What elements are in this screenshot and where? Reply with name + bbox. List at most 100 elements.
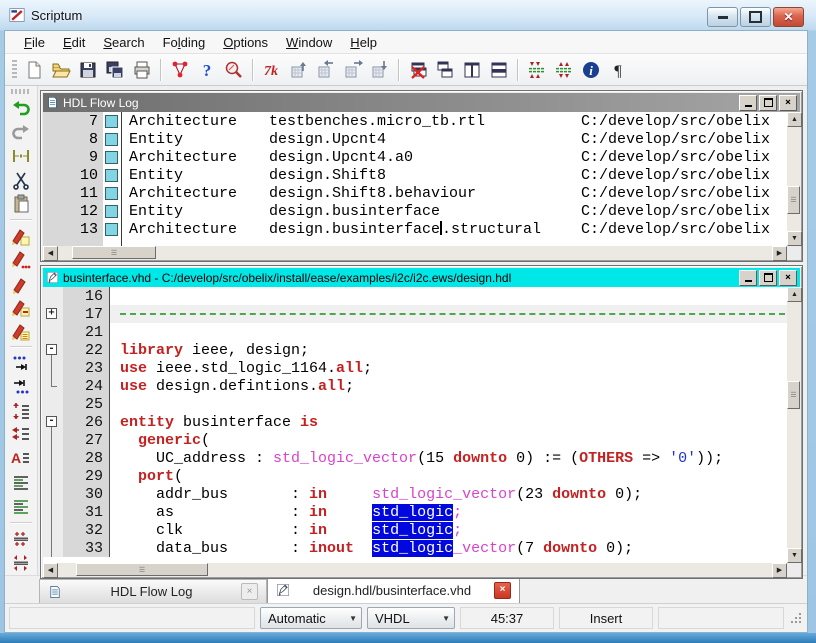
editor-title-bar[interactable]: businterface.vhd - C:/develop/src/obelix… (43, 268, 800, 287)
menu-help[interactable]: Help (341, 33, 386, 52)
highlight-pen-button[interactable] (8, 272, 34, 296)
snap-apart-button[interactable] (551, 57, 577, 82)
code-line-17[interactable]: +17 (43, 305, 787, 323)
row-checkbox[interactable] (105, 169, 118, 182)
fold-margin[interactable] (43, 521, 63, 539)
code-text[interactable]: UC_address : std_logic_vector(15 downto … (110, 449, 787, 467)
scroll-thumb[interactable]: ☰ (787, 381, 800, 409)
flow-log-minimize-button[interactable] (739, 95, 757, 111)
scroll-down-arrow[interactable]: ▼ (787, 231, 802, 246)
code-text[interactable] (110, 287, 787, 305)
uncomment-button[interactable] (8, 495, 34, 519)
code-line-16[interactable]: 16 (43, 287, 787, 305)
scroll-thumb[interactable]: ☰ (72, 246, 156, 259)
fold-margin[interactable] (43, 467, 63, 485)
menu-options[interactable]: Options (214, 33, 277, 52)
join-lines-button[interactable] (8, 144, 34, 168)
save-all-button[interactable] (102, 57, 128, 82)
scroll-left-arrow[interactable]: ◀ (43, 246, 58, 261)
row-checkbox[interactable] (105, 151, 118, 164)
flow-log-row[interactable]: 8Entitydesign.Upcnt4C:/develop/src/obeli… (43, 130, 787, 148)
code-editor[interactable]: 16+1721-22library ieee, design;23use iee… (43, 287, 787, 563)
restore-button[interactable] (740, 7, 771, 27)
code-text[interactable]: generic( (110, 431, 787, 449)
scroll-up-arrow[interactable]: ▲ (787, 112, 802, 127)
help-button[interactable]: ? (194, 57, 220, 82)
open-file-button[interactable] (48, 57, 74, 82)
row-checkbox[interactable] (105, 115, 118, 128)
flow-log-row[interactable]: 12Entitydesign.businterfaceC:/develop/sr… (43, 202, 787, 220)
code-text[interactable] (110, 305, 787, 323)
fold-margin[interactable] (43, 395, 63, 413)
scroll-right-arrow[interactable]: ▶ (772, 246, 787, 261)
flow-log-row[interactable]: 9Architecturedesign.Upcnt4.a0C:/develop/… (43, 148, 787, 166)
editor-close-button[interactable]: × (779, 270, 797, 286)
code-line-25[interactable]: 25 (43, 395, 787, 413)
tab-design-hdl-businterface-vhd[interactable]: design.hdl/businterface.vhd× (267, 576, 520, 603)
code-line-24[interactable]: 24use design.defintions.all; (43, 377, 787, 395)
tk-shell-button[interactable]: 7k (259, 57, 285, 82)
tab-hdl-flow-log[interactable]: HDL Flow Log× (39, 579, 267, 603)
menu-window[interactable]: Window (277, 33, 341, 52)
scroll-thumb[interactable]: ☰ (787, 186, 800, 214)
code-line-28[interactable]: 28 UC_address : std_logic_vector(15 down… (43, 449, 787, 467)
editor-horizontal-scrollbar[interactable]: ◀ ☰ ▶ (43, 563, 787, 576)
highlight-list-button[interactable] (8, 319, 34, 343)
close-all-windows-button[interactable] (405, 57, 431, 82)
join-blocks-button[interactable] (8, 527, 34, 551)
fold-margin[interactable] (43, 359, 63, 377)
hdl-flow-button[interactable] (167, 57, 193, 82)
shift-left-button[interactable] (8, 423, 34, 447)
code-line-29[interactable]: 29 port( (43, 467, 787, 485)
close-button[interactable]: ✕ (773, 7, 804, 27)
pilcrow-button[interactable]: ¶ (605, 57, 631, 82)
row-checkbox[interactable] (105, 223, 118, 236)
save-file-button[interactable] (75, 57, 101, 82)
flow-log-close-button[interactable]: × (779, 95, 797, 111)
code-text[interactable]: addr_bus : in std_logic_vector(23 downto… (110, 485, 787, 503)
code-line-32[interactable]: 32 clk : in std_logic; (43, 521, 787, 539)
highlight-dots-button[interactable] (8, 248, 34, 272)
fold-margin[interactable] (43, 539, 63, 557)
minimize-button[interactable] (707, 7, 738, 27)
flow-log-row[interactable]: 11Architecturedesign.Shift8.behaviourC:/… (43, 184, 787, 202)
comment-button[interactable] (8, 471, 34, 495)
undo-button[interactable] (8, 96, 34, 120)
row-checkbox[interactable] (105, 133, 118, 146)
code-text[interactable] (110, 395, 787, 413)
code-text[interactable]: entity businterface is (110, 413, 787, 431)
flow-log-horizontal-scrollbar[interactable]: ◀ ☰ ▶ (43, 246, 787, 259)
resize-grip[interactable] (789, 611, 803, 625)
code-line-26[interactable]: -26entity businterface is (43, 413, 787, 431)
code-text[interactable]: use design.defintions.all; (110, 377, 787, 395)
flow-log-row[interactable]: 10Entitydesign.Shift8C:/develop/src/obel… (43, 166, 787, 184)
flow-log-maximize-button[interactable] (759, 95, 777, 111)
code-text[interactable]: clk : in std_logic; (110, 521, 787, 539)
code-line-31[interactable]: 31 as : in std_logic; (43, 503, 787, 521)
flow-log-row[interactable]: 13Architecturedesign.businterface.struct… (43, 220, 787, 238)
tabs-to-text-button[interactable] (8, 351, 34, 375)
code-line-33[interactable]: 33 data_bus : inout std_logic_vector(7 d… (43, 539, 787, 557)
tile-horizontal-button[interactable] (486, 57, 512, 82)
code-text[interactable]: library ieee, design; (110, 341, 787, 359)
editor-vertical-scrollbar[interactable]: ▲ ☰ ▼ (787, 287, 800, 563)
fold-margin[interactable]: - (43, 413, 63, 431)
fold-margin[interactable] (43, 377, 63, 395)
nav-up-button[interactable] (286, 57, 312, 82)
scroll-thumb[interactable]: ☰ (76, 563, 208, 576)
nav-left-button[interactable] (313, 57, 339, 82)
code-line-22[interactable]: -22library ieee, design; (43, 341, 787, 359)
scroll-up-arrow[interactable]: ▲ (787, 287, 802, 302)
collapsed-fold-indicator[interactable] (120, 313, 785, 315)
fold-expand-box[interactable]: + (46, 308, 57, 319)
code-line-27[interactable]: 27 generic( (43, 431, 787, 449)
editor-minimize-button[interactable] (739, 270, 757, 286)
tab-close-button[interactable]: × (494, 582, 511, 599)
zoom-button[interactable] (221, 57, 247, 82)
language-combo[interactable]: VHDL ▼ (367, 607, 455, 629)
row-checkbox[interactable] (105, 187, 118, 200)
scroll-left-arrow[interactable]: ◀ (43, 563, 58, 578)
scroll-down-arrow[interactable]: ▼ (787, 548, 802, 563)
flow-log-title-bar[interactable]: HDL Flow Log × (43, 93, 800, 112)
highlight-remove-button[interactable] (8, 296, 34, 320)
